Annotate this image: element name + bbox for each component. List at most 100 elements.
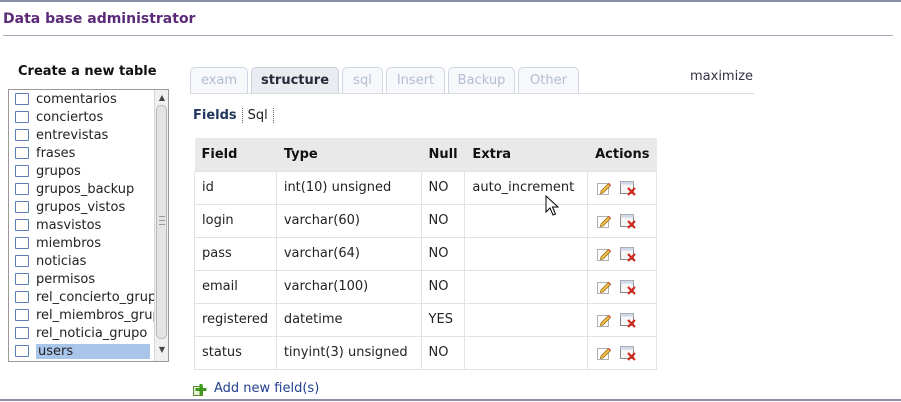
column-header-null: Null [421, 138, 466, 171]
table-list-item[interactable]: grupos [9, 162, 154, 180]
table-checkbox[interactable] [15, 273, 29, 285]
delete-icon[interactable] [619, 345, 637, 361]
maximize-link[interactable]: maximize [690, 69, 753, 84]
table-name-label: noticias [36, 253, 87, 269]
table-checkbox[interactable] [15, 327, 29, 339]
table-list-item[interactable]: users [9, 342, 154, 360]
table-name-label: users [36, 343, 150, 359]
cell-extra [464, 269, 589, 304]
cell-type: int(10) unsigned [275, 170, 422, 205]
column-header-extra: Extra [464, 138, 589, 171]
cell-field: registered [194, 302, 277, 337]
tab-bar-divider [190, 93, 754, 94]
tab-other[interactable]: Other [518, 67, 579, 94]
table-checkbox[interactable] [15, 345, 29, 357]
table-checkbox[interactable] [15, 165, 29, 177]
cell-null: NO [420, 203, 466, 238]
edit-icon[interactable] [596, 213, 612, 229]
table-name-label: grupos [36, 163, 81, 179]
table-checkbox[interactable] [15, 129, 29, 141]
table-list-item[interactable]: frases [9, 144, 154, 162]
cell-type: datetime [275, 302, 422, 337]
table-list-item[interactable]: rel_noticia_grupo [9, 324, 154, 342]
tab-backup[interactable]: Backup [448, 67, 515, 94]
table-list-item[interactable]: rel_miembros_grupo [9, 306, 154, 324]
table-checkbox[interactable] [15, 111, 29, 123]
table-list-scrollbar[interactable]: ▲ ▼ [154, 90, 168, 361]
table-checkbox[interactable] [15, 183, 29, 195]
table-checkbox[interactable] [15, 147, 29, 159]
subnav-fields[interactable]: Fields [193, 107, 243, 123]
table-checkbox[interactable] [15, 255, 29, 267]
scroll-down-arrow-icon[interactable]: ▼ [155, 344, 168, 356]
cell-extra [464, 203, 589, 238]
edit-icon[interactable] [596, 279, 612, 295]
cell-null: NO [420, 269, 466, 304]
table-checkbox[interactable] [15, 93, 29, 105]
cell-field: login [194, 203, 277, 238]
create-table-title[interactable]: Create a new table [18, 64, 157, 79]
tab-exam[interactable]: exam [190, 67, 248, 94]
delete-icon[interactable] [619, 213, 637, 229]
cell-field: pass [194, 236, 277, 271]
tab-insert[interactable]: Insert [386, 67, 445, 94]
table-list-item[interactable]: entrevistas [9, 126, 154, 144]
cell-null: NO [420, 170, 466, 205]
table-list-item[interactable]: grupos_backup [9, 180, 154, 198]
table-name-label: grupos_vistos [36, 199, 126, 215]
scroll-thumb[interactable] [156, 105, 167, 339]
delete-icon[interactable] [619, 279, 637, 295]
bottom-border [0, 399, 901, 401]
scroll-up-arrow-icon[interactable]: ▲ [155, 92, 168, 104]
cell-field: status [194, 335, 277, 370]
add-new-field-link[interactable]: Add new field(s) [193, 381, 319, 396]
column-header-field: Field [194, 138, 277, 171]
table-row: pass varchar(64) NO [194, 236, 657, 271]
delete-icon[interactable] [619, 180, 637, 196]
table-list-items: comentarios conciertos entrevistas frases gr… [9, 90, 154, 361]
table-list-item[interactable]: grupos_vistos [9, 198, 154, 216]
tab-structure[interactable]: structure [251, 67, 339, 94]
table-header-row: Field Type Null Extra Actions [194, 138, 657, 171]
column-header-type: Type [276, 138, 422, 171]
table-list-item[interactable]: conciertos [9, 108, 154, 126]
cell-actions [587, 269, 657, 304]
subnav-sql[interactable]: Sql [243, 107, 274, 123]
table-checkbox[interactable] [15, 291, 29, 303]
cell-extra [464, 335, 589, 370]
cell-actions [587, 170, 657, 205]
edit-icon[interactable] [596, 312, 612, 328]
edit-icon[interactable] [596, 246, 612, 262]
cell-null: YES [420, 302, 466, 337]
cell-actions [587, 302, 657, 337]
table-name-label: frases [36, 145, 76, 161]
delete-icon[interactable] [619, 246, 637, 262]
table-list-item[interactable]: comentarios [9, 90, 154, 108]
add-field-icon [193, 383, 207, 396]
table-checkbox[interactable] [15, 309, 29, 321]
add-new-field-label: Add new field(s) [214, 381, 320, 396]
cell-extra: auto_increment [464, 170, 589, 205]
cell-field: id [194, 170, 277, 205]
table-list-item[interactable]: permisos [9, 270, 154, 288]
cell-type: varchar(100) [275, 269, 422, 304]
tab-sql[interactable]: sql [342, 67, 383, 94]
table-name-label: grupos_backup [36, 181, 135, 197]
cell-extra [464, 302, 589, 337]
table-list-item[interactable]: miembros [9, 234, 154, 252]
edit-icon[interactable] [596, 180, 612, 196]
table-checkbox[interactable] [15, 237, 29, 249]
structure-subnav: Fields Sql [193, 106, 274, 124]
table-name-label: rel_miembros_grupo [36, 307, 154, 323]
table-list-item[interactable]: noticias [9, 252, 154, 270]
table-row: id int(10) unsigned NO auto_increment [194, 170, 657, 205]
table-list-item[interactable]: rel_concierto_grupo [9, 288, 154, 306]
table-list-item[interactable]: masvistos [9, 216, 154, 234]
cell-type: tinyint(3) unsigned [275, 335, 422, 370]
table-checkbox[interactable] [15, 219, 29, 231]
title-divider [3, 35, 893, 36]
table-list[interactable]: comentarios conciertos entrevistas frases gr… [8, 89, 169, 362]
edit-icon[interactable] [596, 345, 612, 361]
table-checkbox[interactable] [15, 201, 29, 213]
delete-icon[interactable] [619, 312, 637, 328]
